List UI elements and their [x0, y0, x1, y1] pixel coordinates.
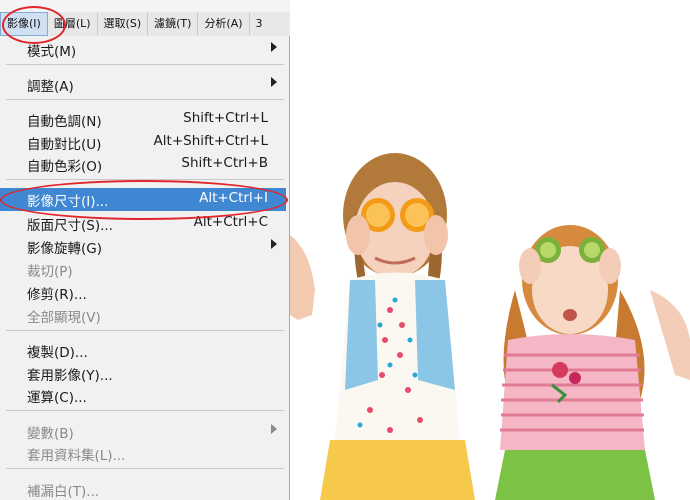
menu-item-crop[interactable]: 裁切(P) — [0, 258, 286, 280]
submenu-arrow-icon — [271, 424, 277, 434]
menu-item-mode[interactable]: 模式(M) — [0, 38, 286, 60]
menu-item-variables[interactable]: 變數(B) — [0, 420, 286, 442]
menu-item-shortcut: Shift+Ctrl+L — [183, 110, 268, 126]
menu-item-label: 變數(B) — [27, 426, 74, 442]
submenu-arrow-icon — [271, 77, 277, 87]
menu-3d[interactable]: 3 — [250, 13, 269, 35]
menu-item-adjustments[interactable]: 調整(A) — [0, 73, 286, 95]
menu-item-label: 影像尺寸(I)... — [27, 194, 109, 210]
menu-item-apply-data-set[interactable]: 套用資料集(L)... — [0, 442, 286, 464]
title-strip — [0, 0, 290, 12]
menu-item-label: 影像旋轉(G) — [27, 241, 102, 257]
menu-item-auto-tone[interactable]: 自動色調(N) Shift+Ctrl+L — [0, 108, 286, 130]
menu-item-auto-color[interactable]: 自動色彩(O) Shift+Ctrl+B — [0, 153, 286, 175]
menu-item-label: 全部顯現(V) — [27, 310, 101, 326]
image-dropdown-menu: 模式(M) 調整(A) 自動色調(N) Shift+Ctrl+L 自動對比(U)… — [0, 36, 290, 500]
menu-separator — [6, 64, 284, 65]
menu-item-label: 自動色調(N) — [27, 114, 102, 130]
menu-item-label: 套用影像(Y)... — [27, 368, 113, 384]
menu-item-apply-image[interactable]: 套用影像(Y)... — [0, 362, 286, 384]
menu-select[interactable]: 選取(S) — [98, 13, 149, 35]
menu-item-label: 套用資料集(L)... — [27, 448, 126, 464]
menu-separator — [6, 99, 284, 100]
menu-item-image-size[interactable]: 影像尺寸(I)... Alt+Ctrl+I — [0, 188, 286, 211]
menu-item-label: 複製(D)... — [27, 345, 88, 361]
menu-separator — [6, 410, 284, 411]
menu-item-duplicate[interactable]: 複製(D)... — [0, 339, 286, 361]
menubar: 影像(I) 圖層(L) 選取(S) 濾鏡(T) 分析(A) 3 — [0, 12, 290, 37]
menu-separator — [6, 179, 284, 180]
menu-item-shortcut: Alt+Ctrl+C — [193, 214, 268, 230]
menu-separator — [6, 330, 284, 331]
menu-item-auto-contrast[interactable]: 自動對比(U) Alt+Shift+Ctrl+L — [0, 131, 286, 153]
menu-item-trim[interactable]: 修剪(R)... — [0, 281, 286, 303]
menu-item-label: 裁切(P) — [27, 264, 73, 280]
menu-filter[interactable]: 濾鏡(T) — [148, 13, 199, 35]
menu-item-shortcut: Alt+Shift+Ctrl+L — [153, 133, 268, 149]
menu-layer[interactable]: 圖層(L) — [48, 13, 98, 35]
menu-analysis[interactable]: 分析(A) — [198, 13, 250, 35]
submenu-arrow-icon — [271, 239, 277, 249]
menu-item-shortcut: Shift+Ctrl+B — [181, 155, 268, 171]
menu-item-image-rotation[interactable]: 影像旋轉(G) — [0, 235, 286, 257]
menu-item-label: 修剪(R)... — [27, 287, 87, 303]
menu-item-label: 自動對比(U) — [27, 137, 102, 153]
menu-item-reveal-all[interactable]: 全部顯現(V) — [0, 304, 286, 326]
menu-item-label: 模式(M) — [27, 44, 77, 60]
menu-separator — [6, 468, 284, 469]
submenu-arrow-icon — [271, 42, 277, 52]
menu-item-label: 版面尺寸(S)... — [27, 218, 113, 234]
menu-item-shortcut: Alt+Ctrl+I — [199, 190, 268, 206]
menu-item-label: 運算(C)... — [27, 390, 87, 406]
menu-item-label: 調整(A) — [27, 79, 74, 95]
menu-item-canvas-size[interactable]: 版面尺寸(S)... Alt+Ctrl+C — [0, 212, 286, 234]
menu-item-label: 補漏白(T)... — [27, 484, 100, 500]
menu-image[interactable]: 影像(I) — [0, 12, 48, 36]
menu-item-label: 自動色彩(O) — [27, 159, 103, 175]
menu-item-calculations[interactable]: 運算(C)... — [0, 384, 286, 406]
document-photo — [290, 153, 690, 500]
menu-item-trap[interactable]: 補漏白(T)... — [0, 478, 286, 500]
